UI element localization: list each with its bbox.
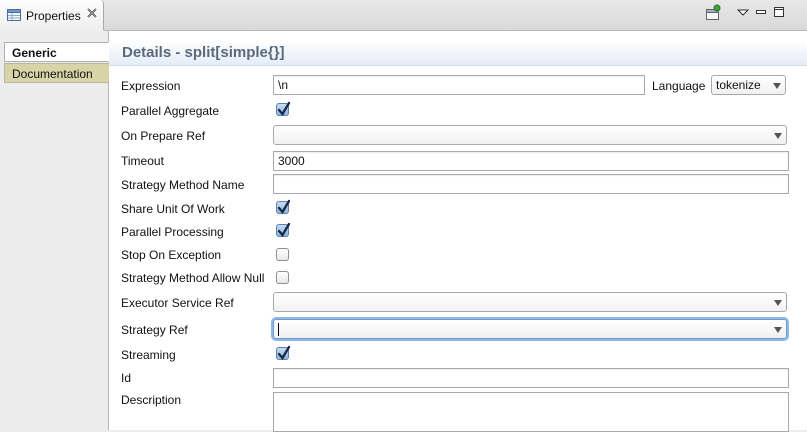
expression-field[interactable]: \n — [273, 75, 645, 95]
strategy-method-name-field[interactable] — [273, 174, 789, 194]
share-unit-of-work-checkbox[interactable] — [276, 199, 291, 215]
details-panel: Details - split[simple{}] Expression \n … — [109, 31, 807, 432]
page-title: Details - split[simple{}] — [122, 44, 285, 61]
streaming-label: Streaming — [121, 348, 176, 362]
language-value: tokenize — [716, 78, 761, 92]
tab-documentation[interactable]: Documentation — [4, 63, 109, 83]
minimize-icon[interactable] — [752, 4, 770, 22]
executor-service-ref-label: Executor Service Ref — [121, 296, 234, 310]
timeout-field[interactable]: 3000 — [273, 151, 789, 171]
parallel-processing-label: Parallel Processing — [121, 225, 224, 239]
properties-table-icon — [7, 9, 21, 21]
executor-service-ref-select[interactable] — [273, 292, 787, 312]
tab-generic[interactable]: Generic — [4, 42, 109, 62]
timeout-label: Timeout — [121, 154, 164, 168]
description-label: Description — [121, 393, 182, 407]
section-tab-strip: Generic Documentation — [0, 31, 109, 430]
chevron-down-icon — [773, 83, 781, 89]
close-icon[interactable] — [87, 8, 97, 21]
checkmark-icon — [277, 345, 291, 361]
strategy-ref-label: Strategy Ref — [121, 323, 188, 337]
view-tab-bar: Properties — [0, 0, 807, 31]
checkmark-icon — [277, 101, 291, 117]
view-menu-icon[interactable] — [734, 4, 752, 22]
streaming-checkbox[interactable] — [276, 345, 291, 361]
parallel-processing-checkbox[interactable] — [276, 222, 291, 238]
share-unit-of-work-label: Share Unit Of Work — [121, 202, 225, 216]
description-textarea[interactable] — [273, 392, 789, 432]
details-header: Details - split[simple{}] — [109, 41, 807, 66]
chevron-down-icon — [774, 327, 782, 333]
strategy-method-name-label: Strategy Method Name — [121, 178, 245, 192]
expression-label: Expression — [121, 79, 181, 93]
stop-on-exception-checkbox[interactable] — [276, 248, 289, 261]
text-cursor — [278, 323, 279, 336]
stop-on-exception-label: Stop On Exception — [121, 248, 222, 262]
chevron-down-icon — [774, 133, 782, 139]
chevron-down-icon — [774, 300, 782, 306]
tab-generic-label: Generic — [12, 46, 57, 60]
on-prepare-ref-label: On Prepare Ref — [121, 129, 206, 143]
pin-icon[interactable] — [704, 4, 722, 22]
view-tab-title: Properties — [26, 9, 81, 23]
strategy-method-allow-null-checkbox[interactable] — [276, 271, 289, 284]
checkmark-icon — [277, 199, 291, 215]
language-select[interactable]: tokenize — [711, 75, 786, 95]
id-field[interactable] — [273, 368, 789, 388]
id-label: Id — [121, 371, 132, 385]
language-label: Language — [652, 79, 706, 93]
maximize-icon[interactable] — [770, 4, 788, 22]
on-prepare-ref-select[interactable] — [273, 125, 787, 145]
properties-view-tab[interactable]: Properties — [0, 0, 104, 31]
tab-documentation-label: Documentation — [12, 67, 93, 81]
strategy-ref-select[interactable] — [273, 319, 787, 339]
parallel-aggregate-label: Parallel Aggregate — [121, 104, 220, 118]
strategy-method-allow-null-label: Strategy Method Allow Null — [121, 271, 265, 285]
parallel-aggregate-checkbox[interactable] — [276, 101, 291, 117]
checkmark-icon — [277, 222, 291, 238]
